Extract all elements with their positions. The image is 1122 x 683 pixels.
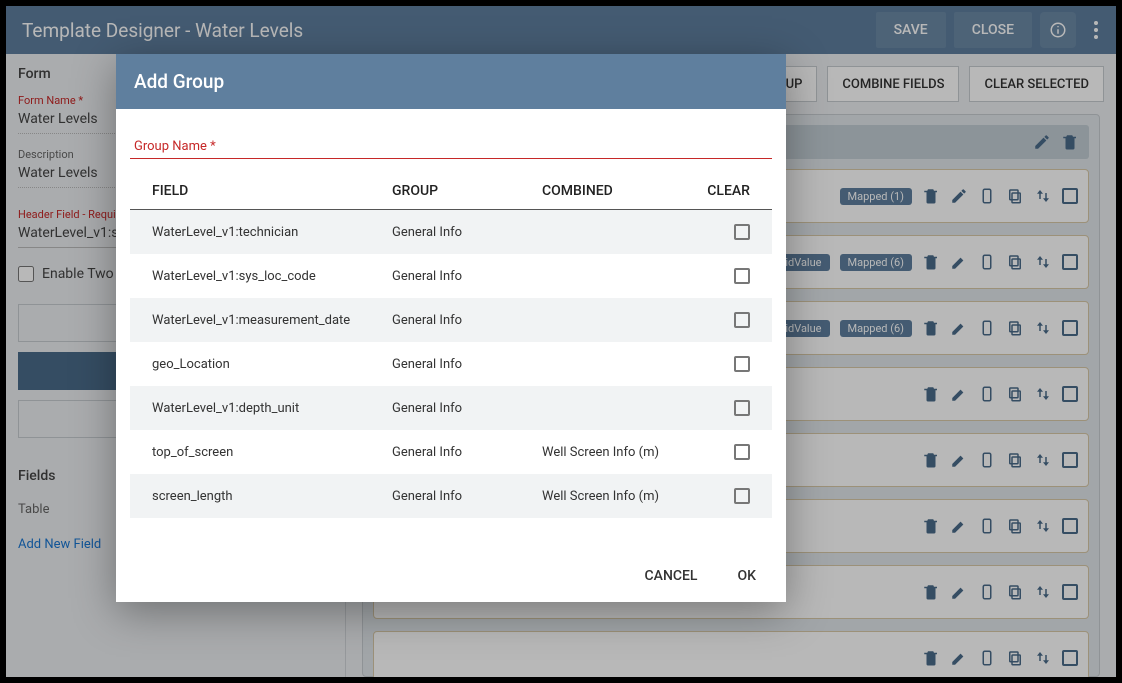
- td-group: General Info: [392, 269, 542, 284]
- group-name-input[interactable]: [130, 158, 772, 159]
- td-group: General Info: [392, 401, 542, 416]
- td-field: WaterLevel_v1:measurement_date: [152, 313, 392, 328]
- td-combined: Well Screen Info (m): [542, 445, 680, 460]
- col-field: FIELD: [152, 183, 392, 199]
- td-field: WaterLevel_v1:sys_loc_code: [152, 269, 392, 284]
- col-clear: CLEAR: [680, 183, 750, 199]
- table-header: FIELD GROUP COMBINED CLEAR: [130, 183, 772, 210]
- table-row: screen_lengthGeneral InfoWell Screen Inf…: [130, 474, 772, 518]
- dialog-title: Add Group: [116, 54, 786, 109]
- table-row: [130, 518, 772, 550]
- td-group: General Info: [392, 489, 542, 504]
- td-field: WaterLevel_v1:technician: [152, 225, 392, 240]
- td-combined: Well Screen Info (m): [542, 489, 680, 504]
- col-combined: COMBINED: [542, 183, 680, 199]
- clear-checkbox[interactable]: [734, 356, 750, 372]
- td-field: geo_Location: [152, 357, 392, 372]
- clear-checkbox[interactable]: [734, 400, 750, 416]
- group-name-label: Group Name *: [130, 139, 772, 154]
- clear-checkbox[interactable]: [734, 444, 750, 460]
- clear-checkbox[interactable]: [734, 224, 750, 240]
- cancel-button[interactable]: CANCEL: [645, 568, 698, 584]
- add-group-dialog: Add Group Group Name * FIELD GROUP COMBI…: [116, 54, 786, 602]
- clear-checkbox[interactable]: [734, 488, 750, 504]
- table-row: top_of_screenGeneral InfoWell Screen Inf…: [130, 430, 772, 474]
- td-field: top_of_screen: [152, 445, 392, 460]
- col-group: GROUP: [392, 183, 542, 199]
- table-row: WaterLevel_v1:technicianGeneral Info: [130, 210, 772, 254]
- table-row: WaterLevel_v1:depth_unitGeneral Info: [130, 386, 772, 430]
- td-group: General Info: [392, 313, 542, 328]
- fields-table-body[interactable]: WaterLevel_v1:technicianGeneral Info Wat…: [130, 210, 772, 550]
- table-row: WaterLevel_v1:sys_loc_codeGeneral Info: [130, 254, 772, 298]
- td-group: General Info: [392, 445, 542, 460]
- ok-button[interactable]: OK: [738, 568, 757, 584]
- td-field: screen_length: [152, 489, 392, 504]
- td-group: General Info: [392, 357, 542, 372]
- table-row: geo_LocationGeneral Info: [130, 342, 772, 386]
- td-field: WaterLevel_v1:depth_unit: [152, 401, 392, 416]
- td-group: General Info: [392, 225, 542, 240]
- clear-checkbox[interactable]: [734, 312, 750, 328]
- dialog-footer: CANCEL OK: [116, 550, 786, 602]
- clear-checkbox[interactable]: [734, 268, 750, 284]
- table-row: WaterLevel_v1:measurement_dateGeneral In…: [130, 298, 772, 342]
